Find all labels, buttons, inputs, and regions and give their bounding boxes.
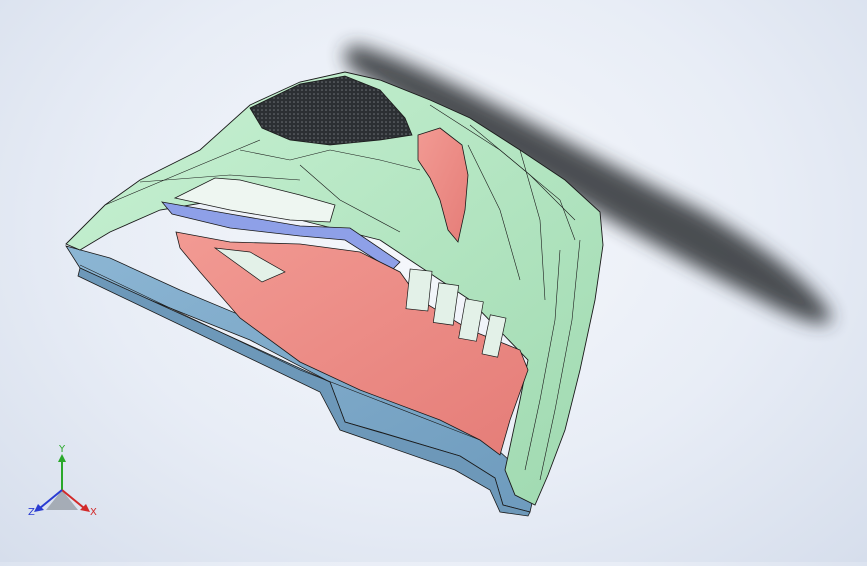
x-axis-label: X xyxy=(90,507,97,518)
y-axis-arrow xyxy=(58,454,66,462)
3d-viewport[interactable]: Y X Z xyxy=(0,0,867,562)
z-axis-label: Z xyxy=(28,507,35,518)
axis-triad[interactable]: Y X Z xyxy=(28,444,97,518)
y-axis-label: Y xyxy=(58,444,66,455)
model-canvas[interactable]: Y X Z xyxy=(0,0,867,562)
